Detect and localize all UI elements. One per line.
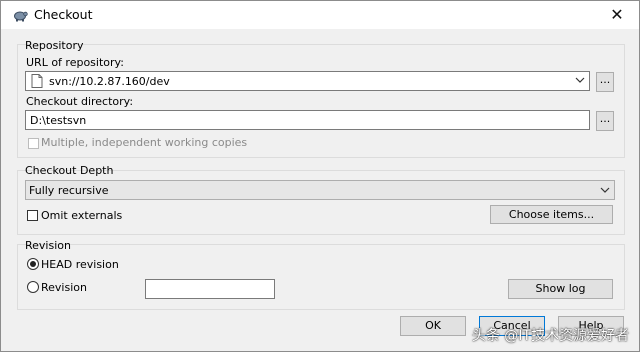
checkout-dialog: Checkout ✕ Repository URL of repository:… [0, 0, 640, 352]
checkout-dir-label: Checkout directory: [26, 95, 134, 108]
url-label: URL of repository: [26, 56, 124, 69]
omit-externals-label: Omit externals [41, 209, 123, 222]
url-value: svn://10.2.87.160/dev [49, 75, 170, 88]
revision-radio[interactable] [27, 281, 39, 293]
checkout-dir-field[interactable]: D:\testsvn [25, 110, 590, 130]
head-revision-radio[interactable] [27, 258, 39, 270]
file-icon [31, 74, 43, 88]
close-button[interactable]: ✕ [595, 1, 639, 29]
depth-select[interactable]: Fully recursive [25, 180, 615, 200]
ok-button[interactable]: OK [400, 316, 466, 336]
repository-group-label: Repository [25, 39, 84, 52]
revision-group-label: Revision [25, 239, 71, 252]
head-revision-label: HEAD revision [41, 258, 119, 271]
depth-group-label: Checkout Depth [25, 164, 114, 177]
depth-selected: Fully recursive [29, 184, 109, 197]
revision-group [17, 244, 625, 310]
revision-label: Revision [41, 281, 87, 294]
window-title: Checkout [34, 7, 93, 22]
checkout-dir-value: D:\testsvn [30, 114, 87, 127]
chevron-down-icon[interactable] [575, 75, 585, 85]
revision-input[interactable] [145, 279, 275, 299]
url-combobox[interactable]: svn://10.2.87.160/dev [25, 71, 590, 91]
multiple-checkbox[interactable] [28, 138, 39, 149]
multiple-label: Multiple, independent working copies [41, 136, 248, 149]
chevron-down-icon [600, 187, 610, 193]
url-browse-button[interactable]: ... [596, 72, 614, 92]
tortoise-icon [14, 11, 28, 22]
dir-browse-button[interactable]: ... [596, 111, 614, 131]
show-log-button[interactable]: Show log [508, 279, 613, 299]
title-bar: Checkout ✕ [1, 1, 639, 29]
choose-items-button[interactable]: Choose items... [490, 205, 613, 224]
watermark: 头条 @IT技术资源爱好者 [471, 328, 629, 344]
omit-externals-checkbox[interactable] [27, 210, 38, 221]
